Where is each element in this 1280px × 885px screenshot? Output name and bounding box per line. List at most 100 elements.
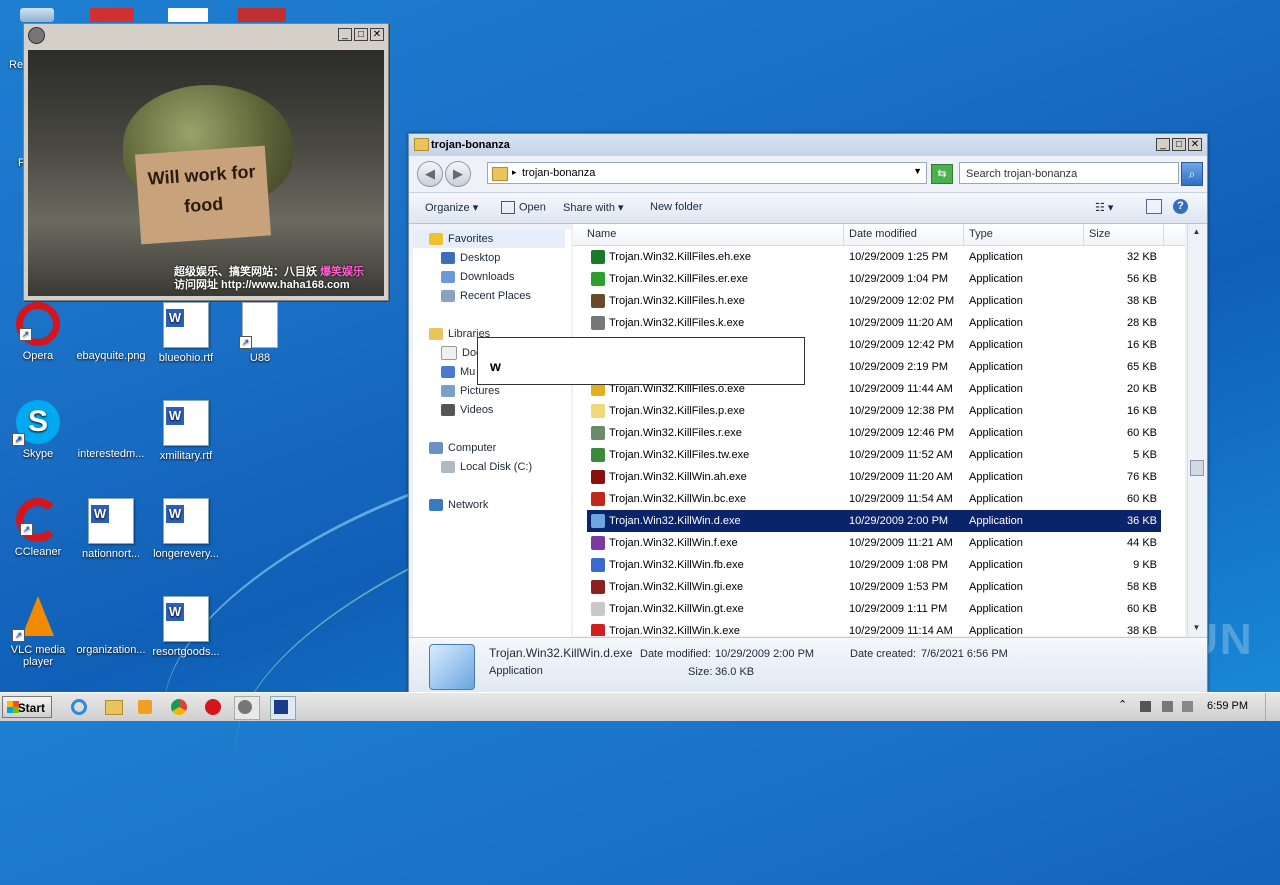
scroll-up-arrow[interactable]: ▲: [1188, 224, 1205, 240]
desktop-icon-ebayquite[interactable]: ebayquite.png: [73, 302, 149, 362]
desktop-icon-u88[interactable]: ↗ U88: [222, 302, 298, 364]
desktop-icon-partial[interactable]: [90, 8, 134, 22]
breadcrumb-chevron-icon[interactable]: ▸: [512, 167, 517, 178]
nav-downloads[interactable]: Downloads: [441, 268, 514, 286]
open-button[interactable]: Open: [501, 201, 546, 214]
close-button[interactable]: ✕: [1188, 138, 1202, 151]
table-row[interactable]: Trojan.Win32.KillWin.ah.exe 10/29/2009 11…: [587, 466, 1161, 488]
desktop-icon-partial[interactable]: [238, 8, 286, 22]
application-icon: [429, 644, 475, 690]
desktop-icon-partial[interactable]: [168, 8, 208, 22]
nav-desktop[interactable]: Desktop: [441, 249, 500, 267]
file-name: Trojan.Win32.KillFiles.p.exe: [609, 405, 745, 417]
column-size[interactable]: Size: [1089, 228, 1110, 240]
desktop-icon-opera[interactable]: ↗ Opera: [0, 302, 76, 362]
tray-expand-icon[interactable]: ⌃: [1118, 698, 1129, 711]
minimize-button[interactable]: _: [338, 28, 352, 41]
table-row[interactable]: Trojan.Win32.KillWin.k.exe 10/29/2009 11:…: [587, 620, 1161, 636]
nav-local-disk[interactable]: Local Disk (C:): [441, 458, 532, 476]
share-with-button[interactable]: Share with ▾: [563, 201, 624, 214]
desktop-icon-interestedm[interactable]: interestedm...: [73, 400, 149, 460]
internet-explorer-icon[interactable]: [68, 696, 92, 718]
table-row[interactable]: Trojan.Win32.KillWin.d.exe 10/29/2009 2:0…: [587, 510, 1161, 532]
back-button[interactable]: ◀: [417, 161, 443, 187]
opera-taskbar-icon[interactable]: [202, 696, 226, 718]
vertical-scrollbar[interactable]: ▲ ▼: [1187, 224, 1205, 636]
nav-documents[interactable]: Doc: [441, 344, 482, 362]
desktop-icon-vlc[interactable]: ↗ VLC media player: [0, 596, 76, 668]
table-row[interactable]: Trojan.Win32.KillWin.gi.exe 10/29/2009 1:…: [587, 576, 1161, 598]
nav-recent-places[interactable]: Recent Places: [441, 287, 531, 305]
maximize-button[interactable]: □: [354, 28, 368, 41]
chevron-down-icon[interactable]: ▼: [913, 166, 922, 176]
table-row[interactable]: Trojan.Win32.KillFiles.tw.exe 10/29/2009 …: [587, 444, 1161, 466]
media-player-icon[interactable]: [134, 696, 158, 718]
desktop-icon-organization[interactable]: organization...: [73, 596, 149, 656]
nav-favorites[interactable]: Favorites: [413, 230, 565, 248]
shortcut-arrow-icon: ↗: [12, 433, 25, 446]
table-row[interactable]: Trojan.Win32.KillFiles.k.exe 10/29/2009 1…: [587, 312, 1161, 334]
nav-music[interactable]: Mu: [441, 363, 475, 381]
close-button[interactable]: ✕: [370, 28, 384, 41]
recycle-bin-icon[interactable]: [20, 8, 54, 22]
viewer-taskbar-icon[interactable]: [234, 696, 260, 720]
column-type[interactable]: Type: [969, 228, 993, 240]
maximize-button[interactable]: □: [1172, 138, 1186, 151]
app-taskbar-icon[interactable]: [270, 696, 296, 720]
column-date-modified[interactable]: Date modified: [849, 228, 917, 240]
view-options-icon[interactable]: ☷ ▾: [1095, 201, 1113, 214]
refresh-button[interactable]: ⇆: [931, 164, 953, 184]
preview-pane-icon[interactable]: [1146, 199, 1162, 214]
table-row[interactable]: Trojan.Win32.KillFiles.p.exe 10/29/2009 1…: [587, 400, 1161, 422]
explorer-window[interactable]: trojan-bonanza _ □ ✕ ◀ ▶ ▸ trojan-bonanz…: [408, 133, 1208, 693]
word-document-icon: [163, 400, 209, 446]
search-input[interactable]: Search trojan-bonanza: [959, 162, 1179, 184]
explorer-titlebar[interactable]: trojan-bonanza _ □ ✕: [409, 134, 1207, 156]
show-desktop-button[interactable]: [1265, 693, 1280, 721]
desktop-icon-ccleaner[interactable]: ↗ CCleaner: [0, 498, 76, 558]
help-icon[interactable]: ?: [1173, 199, 1188, 214]
nav-videos[interactable]: Videos: [441, 401, 493, 419]
table-row[interactable]: Trojan.Win32.KillFiles.h.exe 10/29/2009 1…: [587, 290, 1161, 312]
desktop-icon-longerevery[interactable]: longerevery...: [148, 498, 224, 560]
scroll-thumb[interactable]: [1190, 460, 1204, 476]
breadcrumb[interactable]: trojan-bonanza: [522, 167, 595, 179]
explorer-taskbar-icon[interactable]: [101, 696, 125, 718]
column-separator[interactable]: [963, 224, 964, 245]
image-viewer-window[interactable]: _ □ ✕ Will work for food 超级娱乐、搞笑网站：八目妖 爆…: [23, 23, 389, 301]
column-separator[interactable]: [1163, 224, 1164, 245]
address-bar[interactable]: ▸ trojan-bonanza ▼: [487, 162, 927, 184]
volume-icon[interactable]: [1140, 701, 1151, 712]
table-row[interactable]: Trojan.Win32.KillFiles.er.exe 10/29/2009 …: [587, 268, 1161, 290]
flag-icon[interactable]: [1182, 701, 1193, 712]
table-row[interactable]: Trojan.Win32.KillFiles.r.exe 10/29/2009 1…: [587, 422, 1161, 444]
table-row[interactable]: Trojan.Win32.KillWin.bc.exe 10/29/2009 11…: [587, 488, 1161, 510]
desktop-icon-skype[interactable]: S ↗ Skype: [0, 400, 76, 460]
network-tray-icon[interactable]: [1162, 701, 1173, 712]
column-separator[interactable]: [1083, 224, 1084, 245]
table-row[interactable]: Trojan.Win32.KillWin.gt.exe 10/29/2009 1:…: [587, 598, 1161, 620]
table-row[interactable]: Trojan.Win32.KillWin.f.exe 10/29/2009 11:…: [587, 532, 1161, 554]
column-separator[interactable]: [843, 224, 844, 245]
column-name[interactable]: Name: [587, 228, 616, 240]
desktop-icon-resortgoods[interactable]: resortgoods...: [148, 596, 224, 658]
nav-network[interactable]: Network: [429, 496, 488, 514]
clock[interactable]: 6:59 PM: [1207, 700, 1248, 712]
minimize-button[interactable]: _: [1156, 138, 1170, 151]
desktop-icon-nationnort[interactable]: nationnort...: [73, 498, 149, 560]
new-folder-button[interactable]: New folder: [650, 201, 703, 213]
table-row[interactable]: Trojan.Win32.KillFiles.eh.exe 10/29/2009 …: [587, 246, 1161, 268]
start-button[interactable]: Start: [2, 696, 52, 718]
organize-button[interactable]: Organize ▾: [425, 201, 478, 214]
desktop-icon-xmilitary[interactable]: xmilitary.rtf: [148, 400, 224, 462]
scroll-down-arrow[interactable]: ▼: [1188, 620, 1205, 636]
search-icon[interactable]: ⌕: [1181, 162, 1203, 186]
table-row[interactable]: Trojan.Win32.KillWin.fb.exe 10/29/2009 1:…: [587, 554, 1161, 576]
shortcut-arrow-icon: ↗: [20, 523, 33, 536]
forward-button[interactable]: ▶: [445, 161, 471, 187]
image-file-icon: [89, 302, 133, 346]
viewer-titlebar[interactable]: _ □ ✕: [24, 24, 388, 46]
desktop-icon-blueohio[interactable]: blueohio.rtf: [148, 302, 224, 364]
chrome-icon[interactable]: [168, 696, 192, 718]
nav-computer[interactable]: Computer: [429, 439, 496, 457]
